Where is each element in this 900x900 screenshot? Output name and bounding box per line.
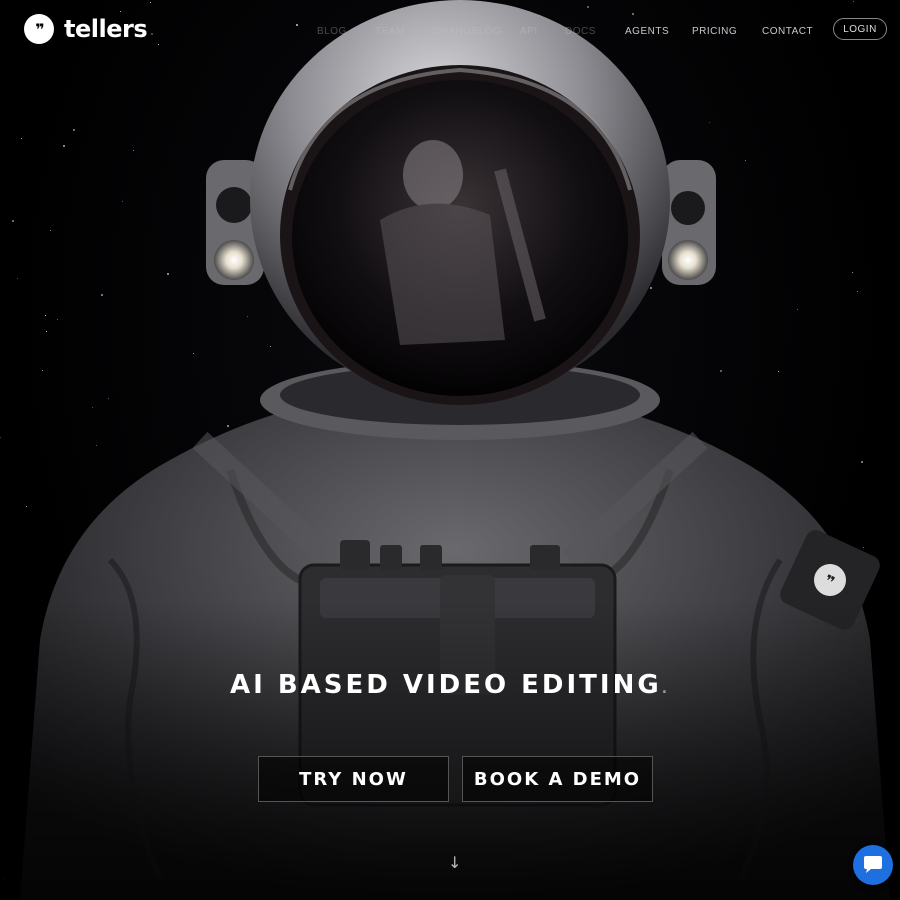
astronaut-hero-image: ❞ — [0, 0, 900, 900]
nav-item-api[interactable]: API — [520, 26, 538, 37]
nav-item-changelog[interactable]: CHANGELOG — [433, 26, 501, 37]
nav-item-docs[interactable]: DOCS — [565, 26, 596, 37]
arrow-down-icon[interactable]: ↓ — [448, 853, 461, 872]
hero-title-text: AI BASED VIDEO EDITING — [229, 670, 662, 700]
brand-quote-icon: ❞ — [24, 14, 54, 44]
hero-title: AI BASED VIDEO EDITING. — [0, 670, 900, 700]
nav-item-blog[interactable]: BLOG — [317, 26, 347, 37]
book-demo-button[interactable]: BOOK A DEMO — [462, 756, 653, 802]
chat-button[interactable] — [853, 845, 893, 885]
nav-item-team[interactable]: TEAM — [375, 26, 405, 37]
site-header: ❞ tellers BLOG TEAM CHANGELOG API DOCS A… — [0, 0, 900, 60]
chat-bubble-icon — [864, 856, 882, 873]
hero-title-suffix: . — [661, 681, 671, 697]
nav-item-agents[interactable]: AGENTS — [625, 26, 669, 37]
brand-logo[interactable]: ❞ tellers — [24, 14, 148, 44]
nav-item-contact[interactable]: CONTACT — [762, 26, 813, 37]
brand-name: tellers — [64, 15, 148, 43]
nav-item-pricing[interactable]: PRICING — [692, 26, 737, 37]
try-now-button[interactable]: TRY NOW — [258, 756, 449, 802]
landing-page: ❞ ❞ tellers BLOG TEAM CHANGELOG API DOCS… — [0, 0, 900, 900]
login-button[interactable]: LOGIN — [833, 18, 887, 40]
